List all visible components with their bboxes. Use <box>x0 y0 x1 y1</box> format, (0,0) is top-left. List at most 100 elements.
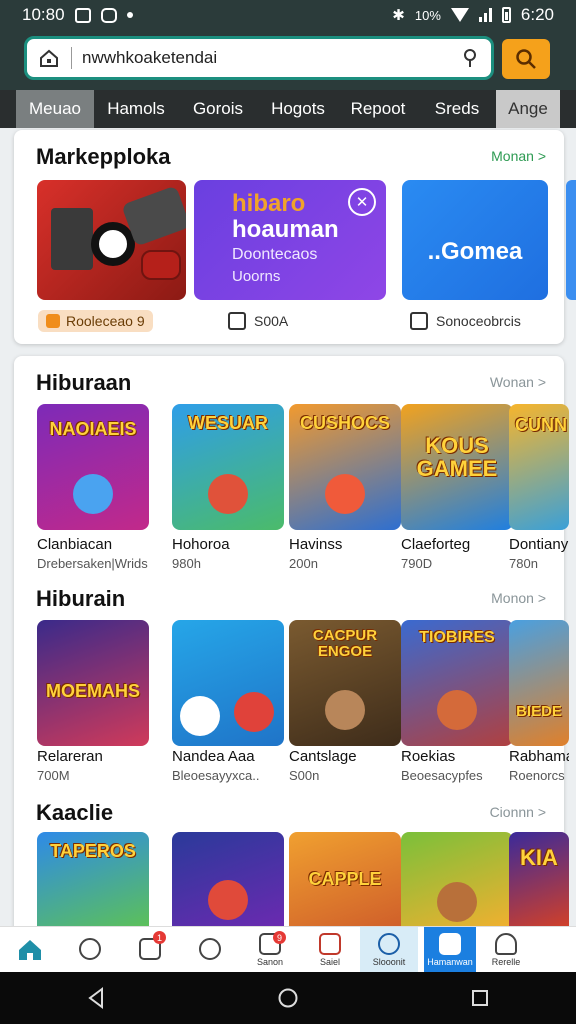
games-tile-text: ..Gomea <box>427 238 523 265</box>
game-card[interactable]: NAOIAEIS <box>37 404 149 530</box>
game-card[interactable]: CUSHOCS <box>289 404 401 530</box>
game-art-text: BIEDE <box>516 703 562 720</box>
nav-globe-label: Slooonit <box>372 957 406 967</box>
nav-home[interactable] <box>0 927 60 973</box>
promo-line1: hibaro <box>232 190 306 217</box>
marketplace-caption-3-text: Sonoceobrcis <box>436 313 521 329</box>
tag-icon <box>46 314 60 328</box>
marketplace-tile-promo[interactable]: hibaro hoauman Doontecaos Uoorns ✕ <box>194 180 386 300</box>
tab-meuao[interactable]: Meuao <box>16 90 94 128</box>
game-art-text: WESUAR <box>188 413 268 433</box>
home-icon[interactable] <box>39 48 59 68</box>
game-card[interactable] <box>401 832 513 926</box>
game-card[interactable]: TAPEROS <box>37 832 149 926</box>
game-card[interactable] <box>172 832 284 926</box>
nav-globe[interactable]: Slooonit <box>360 927 418 973</box>
game-title: Cantslage <box>289 748 357 765</box>
game-card[interactable]: BIEDE <box>509 620 569 746</box>
game-title: Relareran <box>37 748 103 765</box>
section-2-title: Hiburain <box>36 586 126 611</box>
bookmark-icon <box>410 312 428 330</box>
section-3-more-link[interactable]: Cionnn > <box>490 804 546 820</box>
disc-graphic <box>91 222 135 266</box>
character-art <box>208 880 248 920</box>
nav-book-label: Saiel <box>319 957 340 967</box>
gallery-icon <box>74 7 91 23</box>
character-art <box>234 692 274 732</box>
battery-icon <box>501 7 511 23</box>
game-subtitle: 200n <box>289 556 318 571</box>
wifi-icon <box>450 8 469 22</box>
recents-icon[interactable] <box>470 988 490 1008</box>
game-title: Nandea Aaa <box>172 748 255 765</box>
nav-store[interactable]: 1 <box>120 927 180 973</box>
system-nav-bar <box>0 972 576 1024</box>
marketplace-tile-games[interactable]: ..Gomea <box>402 180 548 300</box>
marketplace-badge: Rooleceao 9 <box>38 310 153 332</box>
game-title: Clanbiacan <box>37 536 113 553</box>
game-title: Dontiany <box>509 536 569 553</box>
back-icon[interactable] <box>86 987 106 1009</box>
game-card[interactable]: TIOBIRES <box>401 620 513 746</box>
bottom-nav: 1 Sanon 9 Saiel Slooonit Hamanwan Rerelle <box>0 926 576 973</box>
globe-icon <box>378 933 400 955</box>
marketplace-caption-1[interactable]: Rooleceao 9 <box>38 308 153 334</box>
game-card[interactable] <box>172 620 284 746</box>
nav-library-label: Hamanwan <box>427 957 473 967</box>
box-icon <box>228 312 246 330</box>
game-title: Hohoroa <box>172 536 230 553</box>
library-icon <box>439 933 461 955</box>
tab-gorois[interactable]: Gorois <box>178 90 258 128</box>
tab-repoot[interactable]: Repoot <box>338 90 418 128</box>
promo-line2: hoauman <box>232 216 339 243</box>
game-subtitle: Drebersaken|Wrids <box>37 556 148 571</box>
close-icon[interactable]: ✕ <box>348 188 376 216</box>
marketplace-caption-2[interactable]: S00A <box>228 308 288 334</box>
gamepad-icon <box>141 250 181 280</box>
game-card[interactable]: KIA <box>509 832 569 926</box>
nav-profile[interactable]: Rerelle <box>476 927 536 973</box>
game-card[interactable]: KOUS GAMEE <box>401 404 513 530</box>
notification-icon <box>100 7 117 23</box>
tab-ange[interactable]: Ange <box>496 90 560 128</box>
address-bar[interactable]: nwwhkoaketendai <box>24 36 494 80</box>
home-button-icon[interactable] <box>277 987 299 1009</box>
promo-line4: Uoorns <box>232 268 281 285</box>
character-art <box>325 474 365 514</box>
section-2-more-link[interactable]: Monon > <box>491 590 546 606</box>
game-card[interactable]: MOEMAHS <box>37 620 149 746</box>
status-bar: 10:80 ✱ 10% 6:20 <box>0 0 576 30</box>
game-art-text: NAOIAEIS <box>49 419 137 439</box>
nav-cookie[interactable] <box>180 927 240 973</box>
marketplace-more-link[interactable]: Monan > <box>491 148 546 164</box>
game-art-text: CAPPLE <box>308 869 382 889</box>
game-card[interactable]: WESUAR <box>172 404 284 530</box>
tab-sreds[interactable]: Sreds <box>418 90 496 128</box>
marketplace-caption-3[interactable]: Sonoceobrcis <box>410 308 521 334</box>
search-button[interactable] <box>502 39 550 79</box>
game-card[interactable]: CACPUR ENGOE <box>289 620 401 746</box>
nav-chat[interactable] <box>60 927 120 973</box>
url-text[interactable]: nwwhkoaketendai <box>82 48 461 68</box>
game-art-text: CUSHOCS <box>299 413 390 433</box>
section-1-title: Hiburaan <box>36 370 132 395</box>
tab-hamols[interactable]: Hamols <box>94 90 178 128</box>
section-1-more-link[interactable]: Wonan > <box>490 374 546 390</box>
nav-gallery[interactable]: Sanon 9 <box>240 927 300 973</box>
character-art <box>437 882 477 922</box>
marketplace-tile-console[interactable] <box>37 180 186 300</box>
game-art-text: KIA <box>520 845 558 870</box>
separator <box>71 47 72 69</box>
nav-library[interactable]: Hamanwan <box>424 927 476 973</box>
game-art-text: MOEMAHS <box>46 681 140 701</box>
game-subtitle: S00n <box>289 768 320 783</box>
chat-icon <box>79 938 101 960</box>
game-card[interactable]: CUNN <box>509 404 569 530</box>
location-pin-icon[interactable] <box>461 47 479 69</box>
nav-book[interactable]: Saiel <box>300 927 360 973</box>
notification-badge: 9 <box>273 931 286 944</box>
game-card[interactable]: CAPPLE <box>289 832 401 926</box>
character-art <box>208 474 248 514</box>
marketplace-tile-peek <box>566 180 576 300</box>
tab-hogots[interactable]: Hogots <box>258 90 338 128</box>
